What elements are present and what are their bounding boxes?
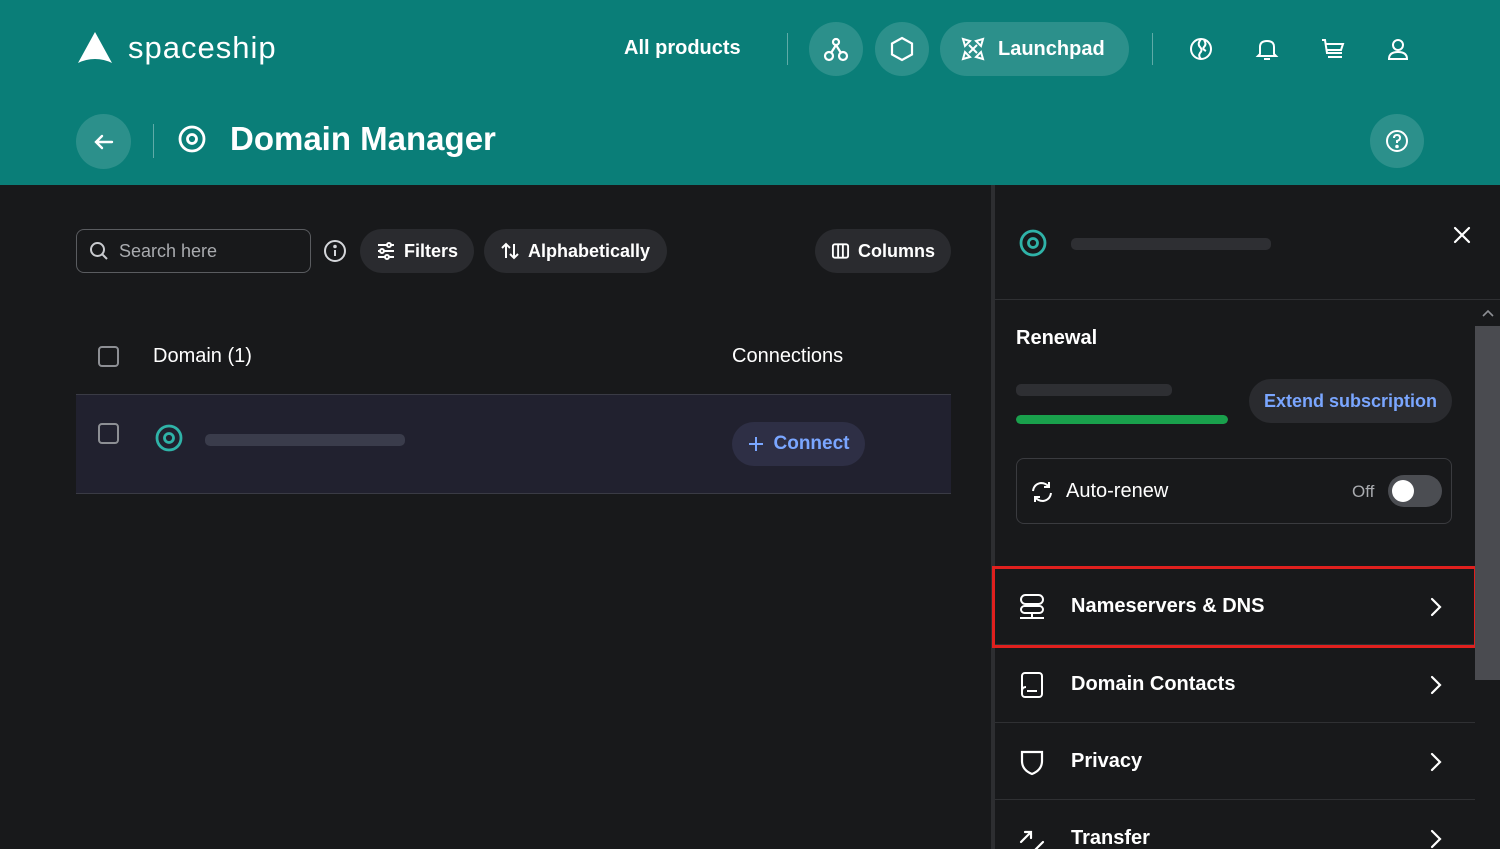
close-icon[interactable] — [1450, 223, 1474, 247]
launchpad-label: Launchpad — [998, 37, 1105, 60]
sort-label: Alphabetically — [528, 240, 651, 261]
nav-divider-2 — [1152, 33, 1153, 65]
select-all-checkbox[interactable] — [98, 346, 119, 367]
sort-button[interactable]: Alphabetically — [484, 229, 667, 273]
columns-icon — [831, 243, 850, 259]
sort-arrows-icon — [501, 242, 519, 260]
shield-icon — [1020, 750, 1044, 776]
renewal-title: Renewal — [1016, 327, 1098, 349]
server-icon — [1020, 594, 1044, 619]
help-icon — [1386, 130, 1408, 152]
help-button[interactable] — [1370, 114, 1424, 168]
globe-icon — [1190, 38, 1212, 60]
filters-label: Filters — [403, 240, 458, 261]
launchpad-icon — [961, 37, 985, 61]
account-button[interactable] — [1383, 34, 1413, 64]
user-icon — [1387, 39, 1409, 60]
columns-label: Columns — [857, 240, 935, 261]
menu-item-transfer[interactable]: Transfer — [995, 800, 1475, 849]
domain-target-icon — [178, 125, 206, 153]
page-title: Domain Manager — [230, 120, 496, 157]
domain-target-icon — [155, 424, 183, 452]
panel-scrollbar[interactable] — [1475, 300, 1500, 849]
apps-button[interactable] — [809, 22, 863, 76]
panel-divider — [995, 299, 1500, 300]
auto-renew-state: Off — [1352, 482, 1375, 501]
scrollbar-thumb[interactable] — [1475, 326, 1500, 680]
all-products-link[interactable]: All products — [624, 37, 741, 60]
search-input[interactable] — [119, 240, 299, 262]
back-button[interactable] — [76, 114, 131, 169]
menu-item-label: Privacy — [1071, 750, 1143, 772]
toggle-knob — [1392, 480, 1414, 502]
chevron-right-icon — [1430, 675, 1442, 695]
top-header: spaceship All products Launchpad Domain … — [0, 0, 1500, 185]
nav-divider — [787, 33, 788, 65]
column-header-connections: Connections — [732, 345, 844, 367]
row-checkbox[interactable] — [98, 423, 119, 444]
auto-renew-label: Auto-renew — [1066, 480, 1169, 502]
notifications-button[interactable] — [1252, 34, 1282, 64]
spaceship-logo-icon — [78, 32, 112, 63]
transfer-arrows-icon — [1019, 830, 1045, 849]
renewal-progress-fill — [1016, 415, 1228, 424]
panel-domain-placeholder — [1071, 238, 1271, 250]
domain-target-icon — [1019, 229, 1047, 257]
connections-icon — [823, 37, 849, 62]
filters-button[interactable]: Filters — [360, 229, 474, 273]
menu-item-nameservers-dns[interactable]: Nameservers & DNS — [995, 568, 1475, 645]
page-title-group: Domain Manager — [176, 120, 496, 158]
plus-icon — [748, 437, 763, 451]
menu-item-label: Nameservers & DNS — [1071, 595, 1265, 617]
refresh-icon — [1032, 481, 1052, 503]
hexagon-button[interactable] — [875, 22, 929, 76]
column-header-domain[interactable]: Domain (1) — [153, 345, 252, 368]
connect-button[interactable]: Connect — [732, 422, 865, 466]
hexagon-icon — [890, 36, 914, 62]
arrow-left-icon — [93, 134, 113, 149]
menu-item-domain-contacts[interactable]: Domain Contacts — [995, 646, 1475, 723]
cart-icon — [1322, 39, 1345, 58]
logo-text: spaceship — [128, 30, 277, 65]
menu-item-label: Transfer — [1071, 827, 1150, 849]
chevron-right-icon — [1430, 597, 1442, 617]
search-icon — [90, 242, 108, 260]
chevron-right-icon — [1430, 752, 1442, 772]
contact-book-icon — [1021, 672, 1043, 698]
language-button[interactable] — [1186, 34, 1216, 64]
title-divider — [153, 124, 154, 158]
auto-renew-toggle[interactable] — [1388, 475, 1442, 507]
launchpad-button[interactable]: Launchpad — [940, 22, 1129, 76]
menu-item-privacy[interactable]: Privacy — [995, 723, 1475, 800]
chevron-right-icon — [1430, 829, 1442, 849]
search-box[interactable] — [76, 229, 311, 273]
sliders-icon — [377, 242, 394, 260]
extend-subscription-button[interactable]: Extend subscription — [1249, 379, 1452, 423]
info-icon[interactable] — [323, 239, 347, 263]
chevron-up-icon[interactable] — [1481, 306, 1495, 320]
menu-item-label: Domain Contacts — [1071, 673, 1236, 695]
bell-icon — [1255, 39, 1279, 60]
domain-name-placeholder[interactable] — [205, 434, 405, 446]
connect-label: Connect — [773, 433, 850, 454]
auto-renew-row: Auto-renew Off — [1016, 458, 1452, 524]
logo[interactable]: spaceship — [76, 30, 277, 66]
columns-button[interactable]: Columns — [815, 229, 951, 273]
cart-button[interactable] — [1318, 34, 1348, 64]
renewal-date-placeholder — [1016, 384, 1172, 396]
renewal-progress-bar — [1016, 415, 1228, 424]
